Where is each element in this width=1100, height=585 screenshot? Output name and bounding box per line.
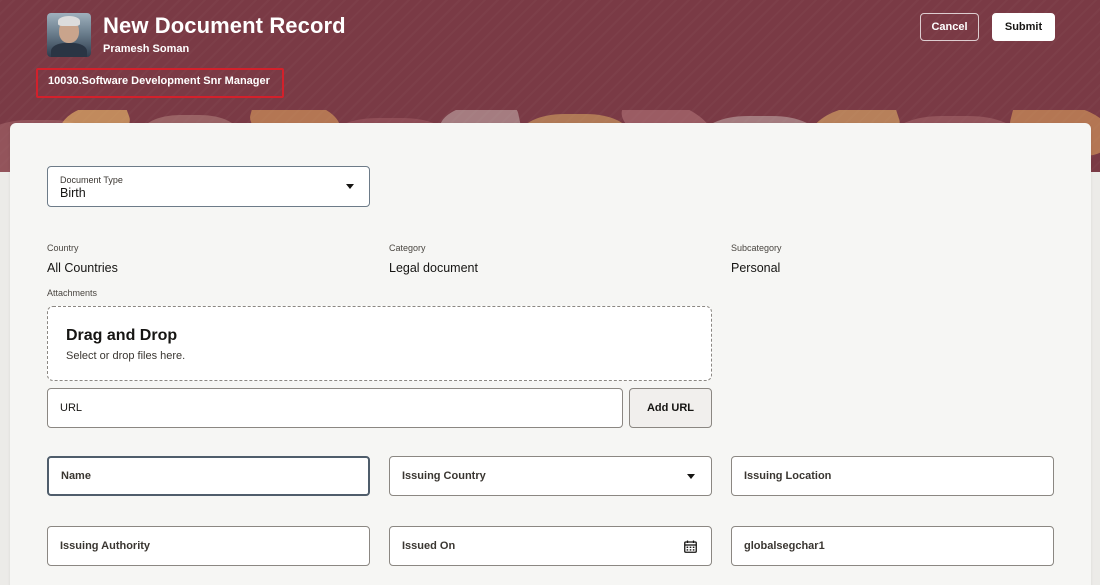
issued-on-label: Issued On: [402, 540, 456, 552]
assignment-label: 10030.Software Development Snr Manager: [36, 68, 284, 98]
country-value: All Countries: [47, 261, 118, 275]
globalsegchar1-input[interactable]: globalsegchar1: [731, 526, 1054, 566]
category-value: Legal document: [389, 261, 478, 275]
chevron-down-icon: [346, 184, 354, 189]
dropzone-subtitle: Select or drop files here.: [66, 350, 186, 362]
issued-on-date-input[interactable]: Issued On: [389, 526, 712, 566]
issuing-authority-label: Issuing Authority: [60, 540, 151, 552]
avatar: [47, 13, 91, 57]
person-name: Pramesh Soman: [103, 43, 190, 55]
dropzone-title: Drag and Drop: [66, 327, 178, 344]
globalsegchar1-label: globalsegchar1: [744, 540, 825, 552]
submit-button[interactable]: Submit: [992, 13, 1055, 41]
country-label: Country: [47, 243, 79, 253]
issuing-location-input[interactable]: Issuing Location: [731, 456, 1054, 496]
issuing-location-label: Issuing Location: [744, 470, 832, 482]
name-input[interactable]: Name: [47, 456, 370, 496]
calendar-icon[interactable]: [684, 540, 697, 553]
chevron-down-icon: [687, 474, 695, 479]
document-type-value: Birth: [60, 186, 86, 200]
document-type-label: Document Type: [60, 175, 123, 185]
issuing-country-select[interactable]: Issuing Country: [389, 456, 712, 496]
document-type-select[interactable]: Document Type Birth: [47, 166, 370, 207]
file-dropzone[interactable]: Drag and Drop Select or drop files here.: [47, 306, 712, 381]
add-url-button[interactable]: Add URL: [629, 388, 712, 428]
attachments-label: Attachments: [47, 288, 98, 298]
issuing-country-label: Issuing Country: [402, 470, 486, 482]
url-label: URL: [60, 402, 83, 414]
page-title: New Document Record: [103, 13, 346, 38]
cancel-button[interactable]: Cancel: [920, 13, 979, 41]
subcategory-value: Personal: [731, 261, 781, 275]
url-input[interactable]: URL: [47, 388, 623, 428]
category-label: Category: [389, 243, 426, 253]
issuing-authority-input[interactable]: Issuing Authority: [47, 526, 370, 566]
name-label: Name: [61, 470, 91, 482]
subcategory-label: Subcategory: [731, 243, 782, 253]
